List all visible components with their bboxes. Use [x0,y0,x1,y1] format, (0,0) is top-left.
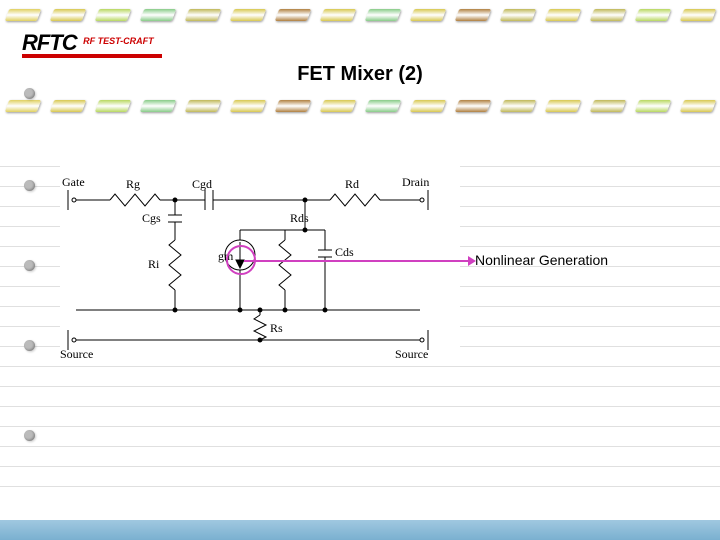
decor-bar [499,100,535,112]
decor-bar [409,100,445,112]
decor-bar [364,100,400,112]
decor-bar [589,100,625,112]
decor-bar [364,9,400,21]
annotation-arrow-line [244,260,472,262]
decor-bar [544,9,580,21]
decor-bar [229,9,265,21]
guide-line [0,366,720,367]
bullet-dot [24,430,35,441]
label-rs: Rs [270,321,283,335]
decor-bar [454,9,490,21]
decor-bar [499,9,535,21]
decor-bar [634,100,670,112]
guide-line [0,446,720,447]
decor-bar [49,100,85,112]
bullet-dot [24,260,35,271]
logo: RFTC RF TEST-CRAFT [22,30,152,56]
decor-bar [184,9,220,21]
decor-bar [319,9,355,21]
label-rds: Rds [290,211,309,225]
label-source-l: Source [60,347,93,360]
logo-main: RFTC [22,30,77,55]
label-ri: Ri [148,257,160,271]
decor-bar [139,100,175,112]
logo-underline [22,54,162,58]
decor-bar [409,9,445,21]
page-title: FET Mixer (2) [0,63,720,86]
decor-bar [634,9,670,21]
label-cgd: Cgd [192,177,212,191]
label-cds: Cds [335,245,354,259]
decor-bar [454,100,490,112]
decor-bar [544,100,580,112]
label-rg: Rg [126,177,140,191]
bullet-dot [24,88,35,99]
bullet-dot [24,180,35,191]
guide-line [0,386,720,387]
label-cgs: Cgs [142,211,161,225]
decor-bar [184,100,220,112]
label-rd: Rd [345,177,359,191]
decor-bar [679,100,715,112]
decor-bars-mid [0,95,720,117]
guide-line [0,406,720,407]
decor-bar [679,9,715,21]
decor-bar [139,9,175,21]
decor-bar [319,100,355,112]
decor-bar [94,100,130,112]
decor-bar [4,100,40,112]
label-gate: Gate [62,175,85,189]
guide-line [0,486,720,487]
decor-bar [229,100,265,112]
bullet-dot [24,340,35,351]
decor-bar [4,9,40,21]
decor-bar [274,9,310,21]
decor-bars-top [0,4,720,26]
footer-bar [0,520,720,540]
annotation-text: Nonlinear Generation [475,252,608,268]
decor-bar [274,100,310,112]
guide-line [0,466,720,467]
label-source-r: Source [395,347,428,360]
decor-bar [589,9,625,21]
decor-bar [49,9,85,21]
decor-bar [94,9,130,21]
guide-line [0,426,720,427]
label-drain: Drain [402,175,429,189]
logo-sub: RF TEST-CRAFT [83,36,154,46]
